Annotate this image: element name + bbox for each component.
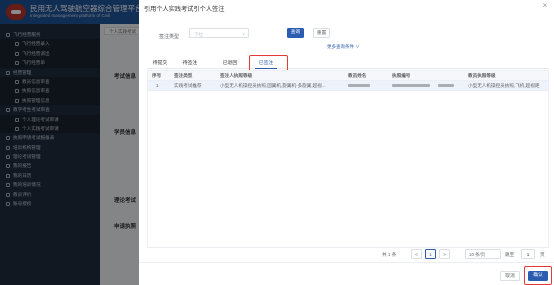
status-tabs: 待提交 待签注 已退回 已签注 [147, 58, 549, 69]
column-header: 教员姓名 [348, 73, 367, 78]
table-row[interactable]: 1 实践考试推荐 小型无人机操控员执照,固翼机,旋翼机-多旋翼,超视... 小型… [148, 81, 548, 91]
row-type: 实践考试推荐 [174, 83, 202, 88]
redacted-text [348, 84, 370, 88]
goto-unit: 页 [540, 252, 545, 257]
select-placeholder: 下拉 [194, 31, 203, 37]
endorsement-table: 序号 签注类型 签注人执照等级 教员姓名 执照编号 教员执照等级 1 实践考试推… [147, 70, 549, 248]
redacted-text [438, 84, 454, 88]
redacted-text [392, 84, 430, 88]
row-teacher-level: 小型无人机操控员执照,飞机,超视距 [468, 83, 540, 88]
row-license-level: 小型无人机操控员执照,固翼机,旋翼机-多旋翼,超视... [220, 83, 326, 88]
goto-input[interactable]: 1 [521, 249, 535, 259]
column-header [434, 71, 464, 81]
column-header: 序号 [152, 73, 162, 78]
table-header: 序号 签注类型 签注人执照等级 教员姓名 执照编号 教员执照等级 [148, 71, 548, 81]
reset-button[interactable]: 重置 [313, 28, 330, 38]
goto-label: 跳至 [505, 252, 515, 257]
page-size-select[interactable]: 10 条/页 [465, 249, 501, 259]
more-conditions-link[interactable]: 更多查询条件 ∨ [327, 44, 360, 50]
cancel-button[interactable]: 取消 [500, 271, 520, 281]
query-button[interactable]: 查询 [287, 28, 304, 38]
chevron-down-icon: ∨ [242, 31, 245, 36]
pagination: 共 1 条 < 1 > 10 条/页 跳至 1 页 [147, 249, 549, 261]
total-count: 共 1 条 [382, 252, 397, 257]
close-icon[interactable]: × [541, 2, 549, 10]
prev-page-button[interactable]: < [411, 249, 422, 259]
next-page-button[interactable]: > [439, 249, 450, 259]
drawer-title: 引用个人实践考试引个人签注 [144, 6, 225, 13]
column-header: 执照编号 [392, 73, 411, 78]
column-header: 教员执照等级 [468, 73, 496, 78]
tab-pending-endorse[interactable]: 待签注 [179, 58, 201, 69]
row-index: 1 [156, 83, 159, 88]
endorse-type-select[interactable]: 下拉 ∨ [189, 28, 249, 38]
tab-returned[interactable]: 已退回 [219, 58, 241, 69]
page-number[interactable]: 1 [425, 249, 436, 259]
row-license-number [388, 81, 434, 91]
row-teacher-name [344, 81, 388, 91]
footer-divider [139, 262, 554, 263]
highlight-box [524, 266, 552, 285]
tab-pending-submit[interactable]: 待提交 [149, 58, 171, 69]
endorse-type-label: 签注类型 [159, 34, 180, 40]
column-header: 签注人执照等级 [220, 73, 253, 78]
reference-drawer: 引用个人实践考试引个人签注 × 签注类型 下拉 ∨ 查询 重置 更多查询条件 ∨… [139, 0, 554, 285]
row-extra [434, 81, 464, 91]
column-header: 签注类型 [174, 73, 193, 78]
